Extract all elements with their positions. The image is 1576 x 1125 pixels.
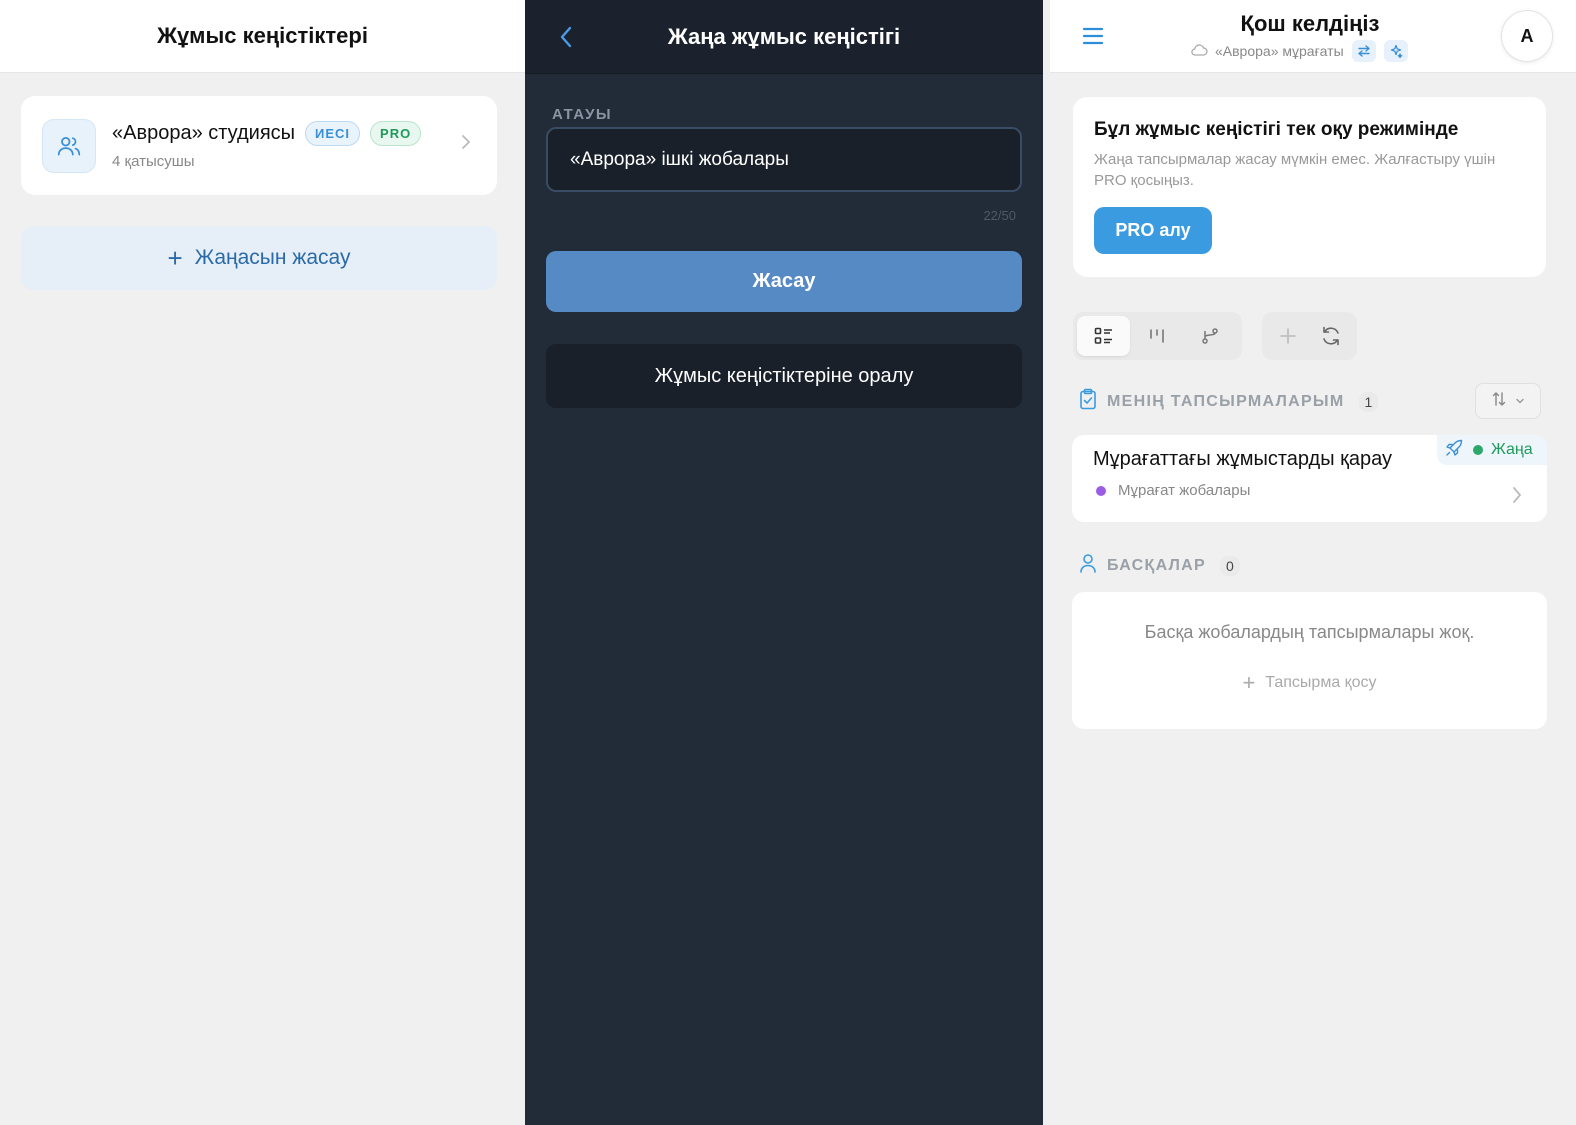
status-dot (1473, 445, 1483, 455)
back-arrow-icon[interactable] (558, 25, 574, 54)
task-status-label: Жаңа (1491, 441, 1533, 458)
switch-workspace-icon[interactable] (1351, 40, 1376, 62)
cloud-icon (1190, 43, 1208, 59)
status-badge: Жаңа (1437, 435, 1547, 465)
list-view-icon[interactable] (1077, 316, 1130, 356)
new-workspace-title: Жаңа жұмыс кеңістігі (667, 23, 901, 49)
workspace-name-row: «Аврора» студиясы ИЕСІ PRO (112, 121, 422, 146)
home-panel: Қош келдіңіз «Аврора» мұрағаты A Бұл жұм… (1050, 0, 1576, 1125)
workspace-name: «Аврора» студиясы (112, 122, 296, 144)
my-tasks-header: МЕНІҢ ТАПСЫРМАЛАРЫМ 1 (1079, 388, 1379, 415)
workspace-name-value: «Аврора» ішкі жобалары (570, 148, 789, 170)
task-title: Мұрағаттағы жұмыстарды қарау (1093, 448, 1393, 470)
task-card[interactable]: Мұрағаттағы жұмыстарды қарау Мұрағат жоб… (1072, 435, 1547, 522)
workspace-name-input[interactable]: «Аврора» ішкі жобалары (546, 127, 1022, 192)
others-header: БАСҚАЛАР 0 (1079, 553, 1240, 578)
chevron-down-icon (1515, 392, 1525, 410)
new-workspace-panel: Жаңа жұмыс кеңістігі АТАУЫ «Аврора» ішкі… (525, 0, 1043, 1125)
workspace-indicator: «Аврора» мұрағаты (1190, 40, 1408, 62)
user-icon (1079, 553, 1097, 578)
readonly-notice-card: Бұл жұмыс кеңістігі тек оқу режимінде Жа… (1073, 97, 1546, 277)
clipboard-icon (1079, 388, 1097, 415)
readonly-notice-title: Бұл жұмыс кеңістігі тек оқу режимінде (1094, 119, 1459, 140)
new-workspace-header: Жаңа жұмыс кеңістігі (525, 0, 1043, 74)
others-count: 0 (1219, 555, 1240, 576)
plus-icon: + (167, 243, 183, 273)
char-counter: 22/50 (983, 208, 1016, 223)
add-icon[interactable] (1266, 316, 1310, 356)
branch-view-icon[interactable] (1183, 316, 1236, 356)
view-switcher (1073, 312, 1242, 360)
workspace-members: 4 қатысушы (112, 153, 195, 170)
task-project: Мұрағат жобалары (1096, 482, 1250, 499)
users-icon (42, 118, 96, 173)
create-button[interactable]: Жасау (546, 251, 1022, 312)
get-pro-button[interactable]: PRO алу (1094, 207, 1212, 254)
page-title: Жұмыс кеңістіктері (157, 23, 368, 48)
readonly-notice-description: Жаңа тапсырмалар жасау мүмкін емес. Жалғ… (1094, 151, 1496, 189)
rocket-icon (1445, 439, 1463, 462)
my-tasks-count: 1 (1358, 391, 1379, 412)
kanban-view-icon[interactable] (1130, 316, 1183, 356)
action-buttons (1262, 312, 1357, 360)
empty-state-text: Басқа жобалардың тапсырмалары жоқ. (1144, 622, 1475, 642)
workspaces-header: Жұмыс кеңістіктері (0, 0, 525, 73)
pro-badge: PRO (370, 121, 422, 146)
chevron-right-icon (459, 132, 473, 157)
project-color-dot (1096, 485, 1106, 496)
home-title: Қош келдіңіз (1240, 11, 1380, 36)
add-task-button[interactable]: + Тапсырма қосу (1072, 672, 1547, 694)
my-tasks-title: МЕНІҢ ТАПСЫРМАЛАРЫМ (1107, 392, 1345, 410)
user-avatar[interactable]: A (1501, 10, 1553, 62)
workspace-card[interactable]: «Аврора» студиясы ИЕСІ PRO 4 қатысушы (21, 96, 497, 195)
sort-dropdown[interactable] (1475, 383, 1541, 419)
workspaces-panel: Жұмыс кеңістіктері «Аврора» студиясы ИЕС… (0, 0, 525, 1125)
plus-icon: + (1242, 670, 1256, 695)
current-workspace-name: «Аврора» мұрағаты (1215, 43, 1344, 59)
back-to-workspaces-button[interactable]: Жұмыс кеңістіктеріне оралу (546, 344, 1022, 408)
create-workspace-label: Жаңасын жасау (194, 246, 351, 269)
owner-badge: ИЕСІ (305, 121, 361, 146)
task-project-name: Мұрағат жобалары (1118, 482, 1251, 499)
sparkle-icon[interactable] (1383, 40, 1408, 62)
others-empty-card: Басқа жобалардың тапсырмалары жоқ. + Тап… (1072, 592, 1547, 729)
create-workspace-button[interactable]: + Жаңасын жасау (21, 226, 497, 290)
home-header: Қош келдіңіз «Аврора» мұрағаты A (1050, 0, 1576, 73)
refresh-icon[interactable] (1310, 316, 1354, 356)
name-field-label: АТАУЫ (552, 106, 613, 123)
chevron-right-icon (1511, 485, 1523, 510)
sort-icon (1491, 391, 1507, 412)
add-task-label: Тапсырма қосу (1265, 674, 1377, 691)
others-title: БАСҚАЛАР (1107, 556, 1206, 574)
workspace-info: «Аврора» студиясы ИЕСІ PRO 4 қатысушы (112, 121, 422, 170)
